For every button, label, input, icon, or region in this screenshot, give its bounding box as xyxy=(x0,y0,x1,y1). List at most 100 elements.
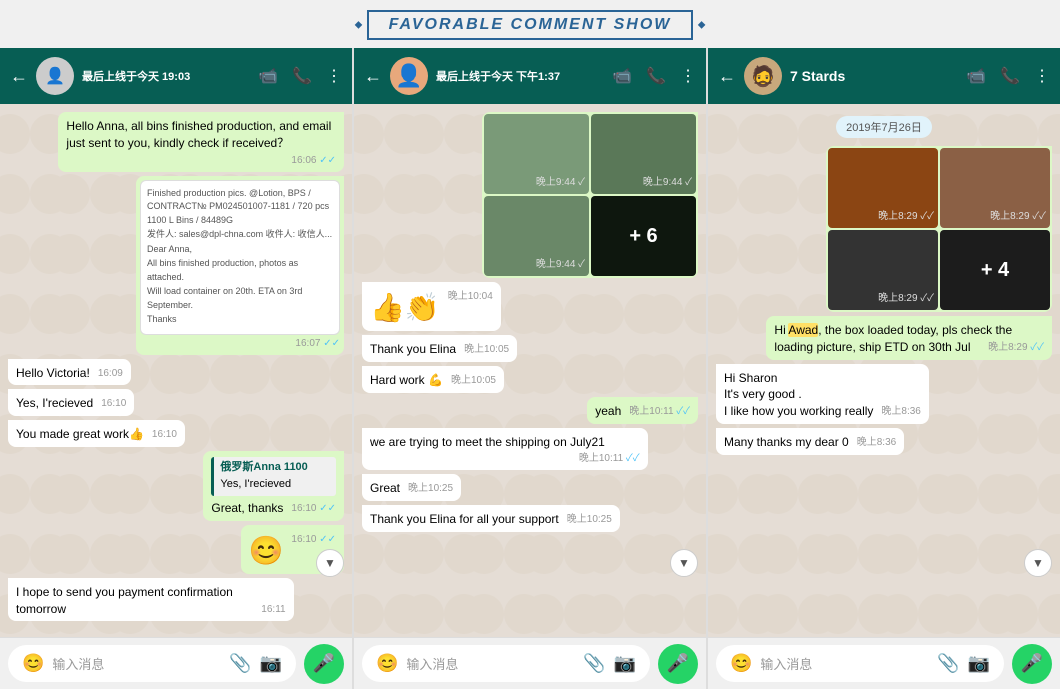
emoji-input-icon-3[interactable]: 😊 xyxy=(730,653,752,674)
cargo-img-2-4: + 6 xyxy=(591,196,696,276)
mic-button-1[interactable]: 🎤 xyxy=(304,644,344,684)
chat-header-1: ← 👤 最后上线于今天 19:03 📹 📞 ⋮ xyxy=(0,48,352,104)
chat-name-3: 7 Stards xyxy=(790,68,930,84)
msg-text-2-7: Great xyxy=(370,481,400,495)
cargo-img-3-1: 晚上8:29 ✓✓ xyxy=(828,148,938,228)
highlight-awad: Awad xyxy=(788,323,818,337)
mic-button-2[interactable]: 🎤 xyxy=(658,644,698,684)
phone-icon-2[interactable]: 📞 xyxy=(646,66,666,86)
message-3-cargo: 晚上8:29 ✓✓ 晚上8:29 ✓✓ 晚上8:29 ✓✓ + 4 xyxy=(826,146,1052,312)
msg-time-3-sharon: 晚上8:36 xyxy=(881,405,920,419)
menu-icon-3[interactable]: ⋮ xyxy=(1034,66,1050,86)
message-1-8: I hope to send you payment confirmation … xyxy=(8,578,294,622)
msg-time-2-3: 晚上10:05 xyxy=(464,343,509,357)
mic-button-3[interactable]: 🎤 xyxy=(1012,644,1052,684)
msg-time-1-5: 16:10 xyxy=(152,428,177,442)
msg-time-1-3: 16:09 xyxy=(98,367,123,381)
msg-time-2-4: 晚上10:05 xyxy=(451,374,496,388)
message-1-3: Hello Victoria! 16:09 xyxy=(8,359,131,386)
msg-text-2-6: we are trying to meet the shipping on Ju… xyxy=(370,435,605,449)
emoji-input-icon-1[interactable]: 😊 xyxy=(22,653,44,674)
avatar-3: 🧔 xyxy=(744,57,782,95)
camera-icon-1[interactable]: 📷 xyxy=(260,653,282,674)
video-call-icon-2[interactable]: 📹 xyxy=(612,66,632,86)
chat-input-placeholder-1[interactable]: 输入消息 xyxy=(52,654,221,673)
emoji-smiley: 😊 xyxy=(249,535,284,566)
img-time-2-3: 晚上9:44 ✓ xyxy=(536,258,585,272)
img-time-3-3: 晚上8:29 ✓✓ xyxy=(878,292,934,306)
chat-input-placeholder-3[interactable]: 输入消息 xyxy=(760,654,929,673)
video-call-icon-1[interactable]: 📹 xyxy=(258,66,278,86)
cargo-grid-3: 晚上8:29 ✓✓ 晚上8:29 ✓✓ 晚上8:29 ✓✓ + 4 xyxy=(828,148,1050,310)
back-arrow-1[interactable]: ← xyxy=(10,66,28,87)
msg-text-1-1: Hello Anna, all bins finished production… xyxy=(66,119,331,150)
message-2-2: 👍👏 晚上10:04 xyxy=(362,282,501,331)
chat-panel-1: ← 👤 最后上线于今天 19:03 📹 📞 ⋮ Hello Anna, all … xyxy=(0,48,352,689)
check-1-1: ✓✓ xyxy=(319,155,336,166)
email-line-1: Finished production pics. @Lotion, BPS /… xyxy=(147,187,333,228)
plus-overlay-2: + 6 xyxy=(591,196,696,276)
avatar-1: 👤 xyxy=(36,57,74,95)
attachment-icon-2[interactable]: 📎 xyxy=(583,653,605,674)
msg-time-1-8: 16:11 xyxy=(261,603,285,617)
msg-text-1-4: Yes, I'recieved xyxy=(16,396,93,410)
message-1-1: Hello Anna, all bins finished production… xyxy=(58,112,344,172)
chat-footer-1: 😊 输入消息 📎 📷 🎤 xyxy=(0,637,352,689)
emoji-clap: 👍👏 xyxy=(370,292,440,323)
email-screenshot: Finished production pics. @Lotion, BPS /… xyxy=(140,180,340,335)
camera-icon-2[interactable]: 📷 xyxy=(614,653,636,674)
chat-footer-2: 😊 输入消息 📎 📷 🎤 xyxy=(354,637,706,689)
cargo-img-2-3: 晚上9:44 ✓ xyxy=(484,196,589,276)
scroll-down-btn-3[interactable]: ▼ xyxy=(1024,549,1052,577)
chat-name-2: 最后上线于今天 下午1:37 xyxy=(436,68,596,84)
panel-body-1: Hello Anna, all bins finished production… xyxy=(0,104,352,637)
back-arrow-3[interactable]: ← xyxy=(718,66,736,87)
message-2-3: Thank you Elina 晚上10:05 xyxy=(362,335,517,362)
img-time-2-1: 晚上9:44 ✓ xyxy=(536,176,585,190)
message-2-4: Hard work 💪 晚上10:05 xyxy=(362,366,504,393)
back-arrow-2[interactable]: ← xyxy=(364,66,382,87)
camera-icon-3[interactable]: 📷 xyxy=(968,653,990,674)
chat-messages-3: 2019年7月26日 晚上8:29 ✓✓ 晚上8:29 ✓✓ 晚上8:29 ✓✓ xyxy=(708,104,1060,637)
chat-header-3: ← 🧔 7 Stards 📹 📞 ⋮ xyxy=(708,48,1060,104)
attachment-icon-1[interactable]: 📎 xyxy=(229,653,251,674)
reply-sender-1: 俄罗斯Anna 1100 xyxy=(220,460,330,475)
chat-input-box-2[interactable]: 😊 输入消息 📎 📷 xyxy=(362,645,650,682)
scroll-down-btn-2[interactable]: ▼ xyxy=(670,549,698,577)
video-call-icon-3[interactable]: 📹 xyxy=(966,66,986,86)
menu-icon-2[interactable]: ⋮ xyxy=(680,66,696,86)
chat-input-box-1[interactable]: 😊 输入消息 📎 📷 xyxy=(8,645,296,682)
message-2-7: Great 晚上10:25 xyxy=(362,474,461,501)
panel-body-3: 2019年7月26日 晚上8:29 ✓✓ 晚上8:29 ✓✓ 晚上8:29 ✓✓ xyxy=(708,104,1060,637)
email-line-2: 发件人: sales@dpl-chna.com 收件人: 收信人... xyxy=(147,228,333,242)
email-line-6: Thanks xyxy=(147,313,333,327)
msg-text-2-8: Thank you Elina for all your support xyxy=(370,512,559,526)
cargo-img-3-2: 晚上8:29 ✓✓ xyxy=(940,148,1050,228)
message-2-8: Thank you Elina for all your support 晚上1… xyxy=(362,505,620,532)
message-1-4: Yes, I'recieved 16:10 xyxy=(8,389,134,416)
msg-time-1-1: 16:06 ✓✓ xyxy=(291,154,336,168)
chat-header-icons-3: 📹 📞 ⋮ xyxy=(966,66,1050,86)
emoji-input-icon-2[interactable]: 😊 xyxy=(376,653,398,674)
img-time-3-2: 晚上8:29 ✓✓ xyxy=(990,210,1046,224)
email-line-3: Dear Anna, xyxy=(147,243,333,257)
scroll-down-btn-1[interactable]: ▼ xyxy=(316,549,344,577)
plus-overlay-3: + 4 xyxy=(940,230,1050,310)
phone-icon-3[interactable]: 📞 xyxy=(1000,66,1020,86)
msg-text-2-4: Hard work 💪 xyxy=(370,373,443,387)
chat-input-box-3[interactable]: 😊 输入消息 📎 📷 xyxy=(716,645,1004,682)
msg-text-2-3: Thank you Elina xyxy=(370,342,456,356)
title-banner: FAVORABLE COMMENT SHOW xyxy=(0,0,1060,48)
chat-input-placeholder-2[interactable]: 输入消息 xyxy=(406,654,575,673)
cargo-img-3-4: + 4 xyxy=(940,230,1050,310)
msg-text-2-5: yeah xyxy=(595,404,621,418)
attachment-icon-3[interactable]: 📎 xyxy=(937,653,959,674)
chat-messages-1: Hello Anna, all bins finished production… xyxy=(0,104,352,637)
image-grid-2: 晚上9:44 ✓ 晚上9:44 ✓ 晚上9:44 ✓ + 6 xyxy=(484,114,696,276)
msg-text-3-sharon: Hi SharonIt's very good .I like how you … xyxy=(724,371,873,419)
email-line-5: Will load container on 20th. ETA on 3rd … xyxy=(147,285,333,312)
menu-icon-1[interactable]: ⋮ xyxy=(326,66,342,86)
msg-text-1-6: Great, thanks xyxy=(211,501,283,515)
phone-icon-1[interactable]: 📞 xyxy=(292,66,312,86)
msg-text-1-3: Hello Victoria! xyxy=(16,366,90,380)
